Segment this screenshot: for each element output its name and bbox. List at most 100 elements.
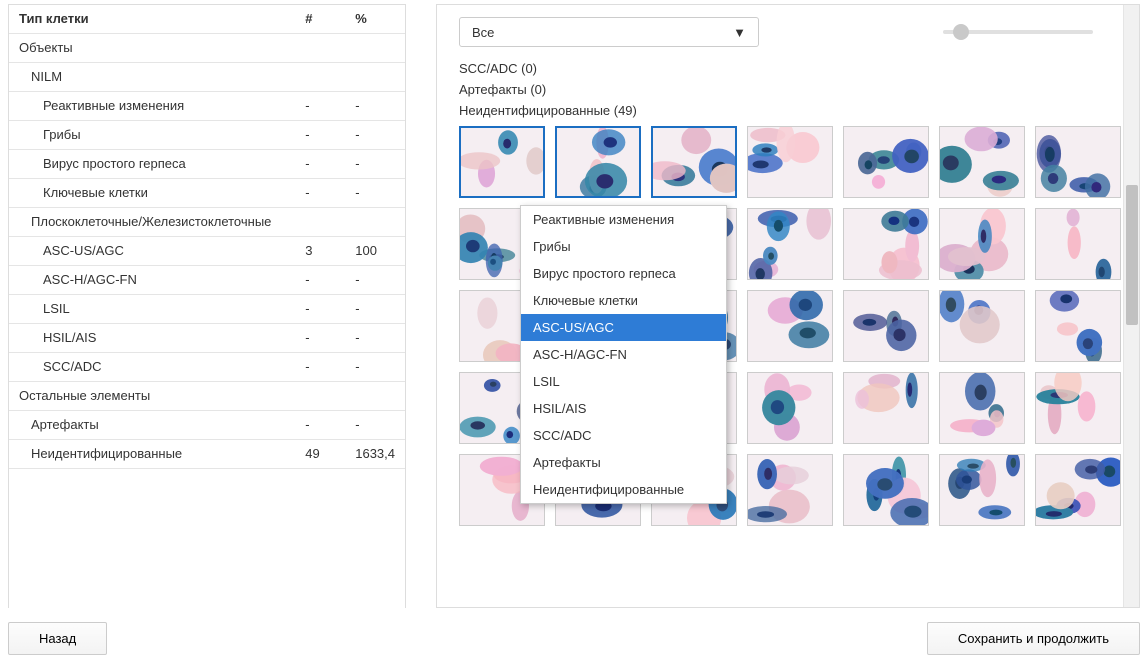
row-percent: [345, 382, 405, 411]
cell-thumbnail[interactable]: [747, 372, 833, 444]
context-menu-item[interactable]: Ключевые клетки: [521, 287, 726, 314]
table-row[interactable]: Остальные элементы: [9, 382, 405, 411]
cell-thumbnail[interactable]: [747, 454, 833, 526]
row-percent: 100: [345, 237, 405, 266]
row-label: ASC-US/AGC: [9, 237, 295, 266]
row-count: -: [295, 411, 345, 440]
cell-thumbnail[interactable]: [747, 290, 833, 362]
context-menu-item[interactable]: SCC/ADC: [521, 422, 726, 449]
row-count: -: [295, 266, 345, 295]
cell-thumbnail[interactable]: [939, 290, 1025, 362]
row-count: [295, 63, 345, 92]
cell-thumbnail[interactable]: [843, 372, 929, 444]
save-continue-button[interactable]: Сохранить и продолжить: [927, 622, 1140, 655]
context-menu-item[interactable]: ASC-US/AGC: [521, 314, 726, 341]
table-row[interactable]: Плоскоклеточные/Железистоклеточные: [9, 208, 405, 237]
row-label: Реактивные изменения: [9, 92, 295, 121]
cell-thumbnail[interactable]: [843, 208, 929, 280]
cell-thumbnail[interactable]: [1035, 454, 1121, 526]
context-menu-item[interactable]: Неидентифицированные: [521, 476, 726, 503]
category-label[interactable]: Неидентифицированные (49): [459, 103, 1123, 118]
row-count: -: [295, 295, 345, 324]
row-count: -: [295, 324, 345, 353]
row-percent: -: [345, 179, 405, 208]
table-row[interactable]: Ключевые клетки--: [9, 179, 405, 208]
row-percent: [345, 208, 405, 237]
row-percent: -: [345, 121, 405, 150]
cell-thumbnail[interactable]: [843, 290, 929, 362]
row-label: Объекты: [9, 34, 295, 63]
slider-thumb[interactable]: [953, 24, 969, 40]
table-row[interactable]: Реактивные изменения--: [9, 92, 405, 121]
row-count: -: [295, 179, 345, 208]
filter-dropdown[interactable]: Все ▼: [459, 17, 759, 47]
row-label: Вирус простого герпеса: [9, 150, 295, 179]
category-label[interactable]: Артефакты (0): [459, 82, 1123, 97]
table-row[interactable]: SCC/ADC--: [9, 353, 405, 382]
row-label: Неидентифицированные: [9, 440, 295, 469]
context-menu: Реактивные измененияГрибыВирус простого …: [520, 205, 727, 504]
row-count: -: [295, 121, 345, 150]
context-menu-item[interactable]: LSIL: [521, 368, 726, 395]
scrollbar[interactable]: [1123, 5, 1139, 607]
category-label[interactable]: SCC/ADC (0): [459, 61, 1123, 76]
cell-thumbnail[interactable]: [939, 372, 1025, 444]
row-percent: -: [345, 92, 405, 121]
cell-thumbnail[interactable]: [651, 126, 737, 198]
row-percent: -: [345, 324, 405, 353]
cell-thumbnail[interactable]: [1035, 126, 1121, 198]
cell-thumbnail[interactable]: [459, 126, 545, 198]
context-menu-item[interactable]: ASC-H/AGC-FN: [521, 341, 726, 368]
row-label: ASC-H/AGC-FN: [9, 266, 295, 295]
cell-thumbnail[interactable]: [1035, 372, 1121, 444]
cell-thumbnail[interactable]: [939, 126, 1025, 198]
row-count: 49: [295, 440, 345, 469]
row-label: LSIL: [9, 295, 295, 324]
cell-thumbnail[interactable]: [1035, 208, 1121, 280]
cell-thumbnail[interactable]: [747, 208, 833, 280]
table-row[interactable]: Неидентифицированные491633,4: [9, 440, 405, 469]
row-percent: -: [345, 295, 405, 324]
context-menu-item[interactable]: Реактивные изменения: [521, 206, 726, 233]
row-percent: [345, 34, 405, 63]
col-type: Тип клетки: [9, 5, 295, 34]
row-percent: 1633,4: [345, 440, 405, 469]
row-label: SCC/ADC: [9, 353, 295, 382]
cell-thumbnail[interactable]: [843, 454, 929, 526]
col-count: #: [295, 5, 345, 34]
scrollbar-thumb[interactable]: [1126, 185, 1138, 325]
row-count: -: [295, 150, 345, 179]
cell-thumbnail[interactable]: [843, 126, 929, 198]
table-row[interactable]: Объекты: [9, 34, 405, 63]
row-percent: [345, 63, 405, 92]
context-menu-item[interactable]: Вирус простого герпеса: [521, 260, 726, 287]
context-menu-item[interactable]: Артефакты: [521, 449, 726, 476]
context-menu-item[interactable]: Грибы: [521, 233, 726, 260]
cell-thumbnail[interactable]: [1035, 290, 1121, 362]
table-row[interactable]: HSIL/AIS--: [9, 324, 405, 353]
cell-thumbnail[interactable]: [555, 126, 641, 198]
caret-down-icon: ▼: [733, 25, 746, 40]
row-count: [295, 382, 345, 411]
zoom-slider[interactable]: [943, 30, 1093, 34]
context-menu-item[interactable]: HSIL/AIS: [521, 395, 726, 422]
table-row[interactable]: NILM: [9, 63, 405, 92]
cell-type-table: Тип клетки # % ОбъектыNILMРеактивные изм…: [8, 4, 406, 608]
table-row[interactable]: Артефакты--: [9, 411, 405, 440]
row-count: [295, 208, 345, 237]
row-label: Остальные элементы: [9, 382, 295, 411]
cell-thumbnail[interactable]: [939, 454, 1025, 526]
table-row[interactable]: Вирус простого герпеса--: [9, 150, 405, 179]
row-label: Артефакты: [9, 411, 295, 440]
row-label: HSIL/AIS: [9, 324, 295, 353]
table-row[interactable]: LSIL--: [9, 295, 405, 324]
back-button[interactable]: Назад: [8, 622, 107, 655]
cell-thumbnail[interactable]: [939, 208, 1025, 280]
cell-thumbnail[interactable]: [747, 126, 833, 198]
table-row[interactable]: Грибы--: [9, 121, 405, 150]
row-label: NILM: [9, 63, 295, 92]
row-count: -: [295, 353, 345, 382]
table-row[interactable]: ASC-H/AGC-FN--: [9, 266, 405, 295]
row-count: 3: [295, 237, 345, 266]
table-row[interactable]: ASC-US/AGC3100: [9, 237, 405, 266]
